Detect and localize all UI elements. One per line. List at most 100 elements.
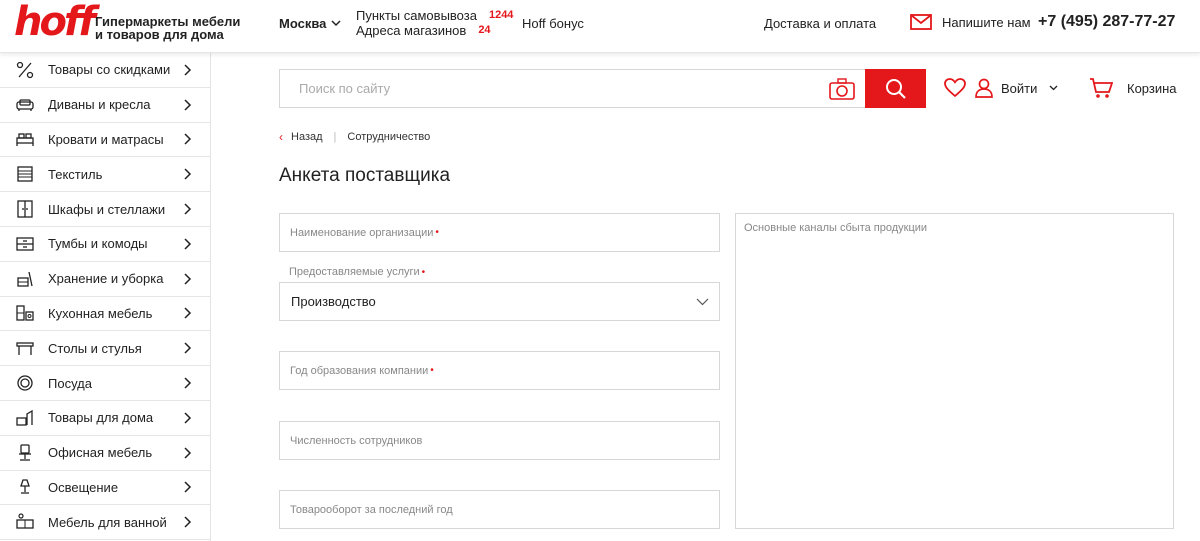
logo-tagline: Гипермаркеты мебели и товаров для дома	[95, 15, 240, 41]
kitchen-icon	[14, 302, 36, 324]
chevron-right-icon	[184, 342, 192, 354]
wardrobe-icon	[14, 198, 36, 220]
chevron-down-icon	[696, 298, 709, 306]
heart-icon[interactable]	[944, 78, 966, 98]
chevron-down-icon	[1049, 85, 1058, 91]
search-icon	[885, 78, 906, 99]
chevron-right-icon	[184, 133, 192, 146]
search-button[interactable]	[865, 69, 926, 108]
sidebar-item-bathroom[interactable]: Мебель для ванной	[0, 505, 210, 541]
table-icon	[14, 337, 36, 359]
back-link[interactable]: Назад	[291, 131, 323, 143]
sidebar-item-label: Шкафы и стеллажи	[48, 201, 166, 217]
pickup-info: Пункты самовывоза 1244 Адреса магазинов …	[356, 8, 513, 38]
founded-year-field[interactable]: Год образования компании •	[279, 351, 720, 390]
pickup-count: 1244	[488, 9, 514, 21]
hoff-logo[interactable]: hoff	[14, 2, 96, 42]
city-name: Москва	[279, 16, 327, 31]
lamp-icon	[14, 476, 36, 498]
sidebar-item-lighting[interactable]: Освещение	[0, 471, 210, 506]
chevron-left-icon: ‹	[279, 130, 283, 144]
stores-count: 24	[478, 24, 491, 36]
sidebar-item-kitchen[interactable]: Кухонная мебель	[0, 297, 210, 332]
sidebar-item-label: Товары со скидками	[48, 62, 171, 78]
chevron-right-icon	[184, 168, 192, 180]
sidebar-item-dressers[interactable]: Тумбы и комоды	[0, 227, 210, 262]
sidebar-item-sofas[interactable]: Диваны и кресла	[0, 88, 210, 123]
camera-search-icon[interactable]	[829, 78, 855, 100]
category-sidebar: Товары со скидками Диваны и кресла Крова…	[0, 53, 211, 541]
logo-tagline-line2: и товаров для дома	[95, 27, 224, 42]
sidebar-item-discounts[interactable]: Товары со скидками	[0, 53, 210, 88]
sidebar-item-label: Кровати и матрасы	[48, 131, 164, 147]
sidebar-item-label: Мебель для ванной	[48, 514, 167, 530]
sofa-icon	[14, 94, 36, 116]
breadcrumb-separator: |	[333, 131, 337, 143]
sales-channels-textarea[interactable]: Основные каналы сбыта продукции	[735, 213, 1174, 529]
org-name-placeholder: Наименование организации	[290, 226, 434, 239]
delivery-link[interactable]: Доставка и оплата	[764, 16, 876, 31]
dresser-icon	[14, 233, 36, 255]
sidebar-item-label: Освещение	[48, 479, 119, 495]
turnover-field[interactable]: Товарооборот за последний год	[279, 490, 720, 529]
user-icon	[975, 78, 993, 98]
sidebar-item-label: Хранение и уборка	[48, 271, 164, 287]
sidebar-item-home-goods[interactable]: Товары для дома	[0, 401, 210, 436]
sidebar-item-label: Офисная мебель	[48, 445, 153, 461]
phone-number[interactable]: +7 (495) 287-77-27	[1038, 13, 1175, 31]
home-goods-icon	[14, 407, 36, 429]
services-select[interactable]: Производство	[279, 282, 720, 321]
search-input[interactable]	[279, 69, 865, 108]
sidebar-item-label: Столы и стулья	[48, 340, 142, 356]
chevron-right-icon	[184, 64, 192, 76]
turnover-placeholder: Товарооборот за последний год	[290, 503, 453, 516]
storage-icon	[14, 268, 36, 290]
login-button[interactable]: Войти	[975, 78, 1058, 98]
sidebar-item-label: Кухонная мебель	[48, 305, 153, 321]
chevron-down-icon	[331, 20, 341, 27]
city-selector[interactable]: Москва	[279, 16, 341, 31]
required-mark: •	[435, 227, 439, 238]
hoff-bonus-link[interactable]: Hoff бонус	[522, 16, 584, 31]
site-header: hoff Гипермаркеты мебели и товаров для д…	[0, 0, 1200, 53]
chevron-right-icon	[184, 481, 192, 493]
store-addresses-link[interactable]: Адреса магазинов 24	[356, 23, 513, 38]
mail-icon	[910, 14, 932, 30]
chevron-right-icon	[184, 412, 192, 424]
sidebar-item-office[interactable]: Офисная мебель	[0, 436, 210, 471]
sidebar-item-wardrobes[interactable]: Шкафы и стеллажи	[0, 192, 210, 227]
sidebar-item-textile[interactable]: Текстиль	[0, 157, 210, 193]
org-name-field[interactable]: Наименование организации •	[279, 213, 720, 252]
chevron-right-icon	[184, 516, 192, 528]
chevron-right-icon	[184, 447, 192, 459]
write-us-link[interactable]: Напишите нам	[910, 14, 1031, 30]
sidebar-item-storage[interactable]: Хранение и уборка	[0, 262, 210, 297]
sidebar-item-label: Посуда	[48, 375, 92, 391]
chevron-right-icon	[184, 99, 192, 111]
dishes-icon	[14, 372, 36, 394]
required-mark: •	[430, 365, 434, 376]
sidebar-item-label: Диваны и кресла	[48, 97, 151, 113]
office-chair-icon	[14, 442, 36, 464]
sidebar-item-label: Тумбы и комоды	[48, 236, 148, 252]
page-title: Анкета поставщика	[279, 165, 451, 186]
sidebar-item-label: Товары для дома	[48, 410, 154, 426]
services-selected-value: Производство	[291, 294, 376, 309]
sidebar-item-label: Текстиль	[48, 166, 103, 182]
chevron-right-icon	[184, 273, 192, 285]
employees-placeholder: Численность сотрудников	[290, 434, 423, 447]
textile-icon	[14, 163, 36, 185]
employees-field[interactable]: Численность сотрудников	[279, 421, 720, 460]
percent-icon	[14, 59, 36, 81]
sidebar-item-beds[interactable]: Кровати и матрасы	[0, 123, 210, 158]
bathroom-icon	[14, 511, 36, 533]
cart-button[interactable]: Корзина	[1089, 78, 1177, 99]
founded-year-placeholder: Год образования компании	[290, 364, 429, 377]
services-label: Предоставляемые услуги •	[289, 266, 426, 278]
sidebar-item-tables[interactable]: Столы и стулья	[0, 331, 210, 367]
breadcrumb: ‹ Назад | Сотрудничество	[279, 130, 430, 144]
sidebar-item-dishes[interactable]: Посуда	[0, 366, 210, 401]
pickup-points-link[interactable]: Пункты самовывоза 1244	[356, 8, 513, 23]
breadcrumb-current[interactable]: Сотрудничество	[347, 131, 430, 143]
chevron-right-icon	[184, 307, 192, 319]
